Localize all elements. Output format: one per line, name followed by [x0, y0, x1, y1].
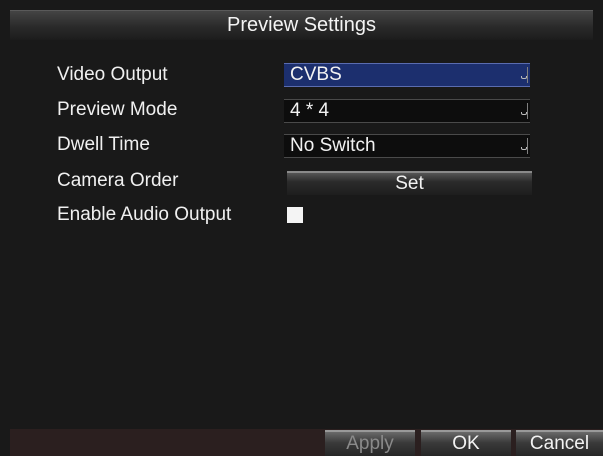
- video-output-label: Video Output: [57, 64, 168, 85]
- preview-mode-select[interactable]: 4 * 4: [284, 99, 530, 123]
- dwell-time-label: Dwell Time: [57, 134, 150, 155]
- video-output-value: CVBS: [290, 64, 342, 85]
- video-output-select[interactable]: CVBS: [284, 63, 530, 87]
- chevron-down-icon: [520, 138, 528, 154]
- enable-audio-output-checkbox[interactable]: [287, 207, 303, 223]
- enable-audio-output-label: Enable Audio Output: [57, 204, 232, 225]
- camera-order-label: Camera Order: [57, 170, 179, 191]
- camera-order-set-button[interactable]: Set: [287, 171, 532, 195]
- ok-button[interactable]: OK: [421, 430, 511, 456]
- dwell-time-value: No Switch: [290, 135, 376, 156]
- dwell-time-select[interactable]: No Switch: [284, 134, 530, 158]
- apply-button[interactable]: Apply: [325, 430, 415, 456]
- footer-bar: [10, 429, 603, 456]
- chevron-down-icon: [520, 103, 528, 119]
- preview-settings-dialog: Preview Settings Video Output CVBS Previ…: [0, 0, 603, 456]
- preview-mode-label: Preview Mode: [57, 99, 178, 120]
- chevron-down-icon: [520, 67, 528, 83]
- cancel-button[interactable]: Cancel: [516, 430, 603, 456]
- dialog-title: Preview Settings: [10, 10, 593, 40]
- preview-mode-value: 4 * 4: [290, 100, 330, 121]
